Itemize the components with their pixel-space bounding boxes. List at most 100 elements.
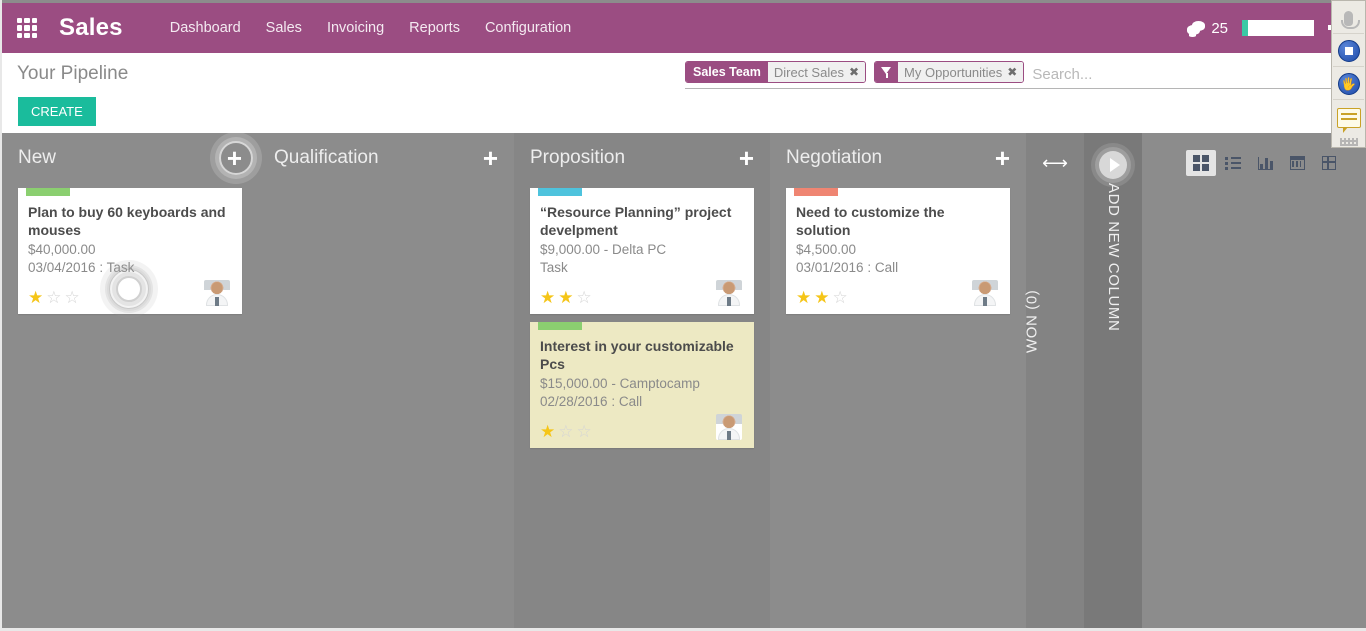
- kanban-column-qualification: Qualification +: [258, 133, 514, 628]
- facet-sales-team[interactable]: Sales Team Direct Sales ✖: [685, 61, 867, 83]
- microphone-icon: [1341, 10, 1360, 29]
- card-color-bar: [794, 188, 838, 196]
- card-color-bar: [538, 188, 582, 196]
- drag-handle-icon[interactable]: [1339, 138, 1358, 146]
- kanban-card[interactable]: Interest in your customizable Pcs $15,00…: [530, 322, 754, 449]
- menu-item-reports[interactable]: Reports: [400, 14, 469, 42]
- user-avatar[interactable]: [716, 280, 742, 307]
- menu-item-dashboard[interactable]: Dashboard: [161, 14, 250, 42]
- search-input[interactable]: [1032, 61, 1366, 88]
- app-brand-title[interactable]: Sales: [59, 14, 123, 42]
- add-new-column-label: ADD NEW COLUMN: [1105, 183, 1122, 332]
- card-title: Interest in your customizable Pcs: [540, 338, 734, 372]
- star-3[interactable]: ☆: [65, 289, 80, 306]
- kanban-column-negotiation: Negotiation + Need to customize the solu…: [770, 133, 1026, 628]
- hand-pointer-icon: 🖐: [1337, 73, 1360, 95]
- card-color-bar: [538, 322, 582, 331]
- card-title: Need to customize the solution: [796, 204, 945, 238]
- facet-remove-icon[interactable]: ✖: [849, 65, 859, 79]
- column-add-card-button[interactable]: +: [739, 145, 754, 171]
- user-avatar[interactable]: [204, 280, 230, 307]
- top-navbar: Sales Dashboard Sales Invoicing Reports …: [2, 3, 1366, 53]
- card-priority-stars[interactable]: ★ ☆ ☆: [28, 289, 80, 306]
- apps-grid-icon[interactable]: [17, 18, 37, 38]
- card-meta: 03/01/2016 : Call: [796, 259, 899, 275]
- kanban-board: New + Plan to buy 60 keyboards and mouse…: [2, 133, 1366, 628]
- page-title: Your Pipeline: [17, 63, 129, 84]
- kanban-card[interactable]: “Resource Planning” project develpment $…: [530, 188, 754, 315]
- main-menu: Dashboard Sales Invoicing Reports Config…: [161, 14, 580, 42]
- facet-remove-icon[interactable]: ✖: [1007, 65, 1017, 79]
- hand-pointer-button[interactable]: 🖐: [1333, 69, 1364, 100]
- column-header: Proposition +: [514, 133, 770, 181]
- star-2[interactable]: ☆: [558, 423, 573, 440]
- kanban-column-new: New + Plan to buy 60 keyboards and mouse…: [2, 133, 258, 628]
- card-priority-stars[interactable]: ★ ☆ ☆: [540, 423, 592, 440]
- search-view: Sales Team Direct Sales ✖ My Opportuniti…: [685, 61, 1366, 89]
- star-1[interactable]: ★: [540, 423, 555, 440]
- card-meta: 03/04/2016 : Task: [28, 259, 135, 275]
- menu-item-configuration[interactable]: Configuration: [476, 14, 580, 42]
- click-ripple: [218, 141, 253, 175]
- user-menu-bar[interactable]: [1242, 20, 1314, 36]
- card-meta: Task: [540, 259, 568, 275]
- kanban-card[interactable]: Need to customize the solution $4,500.00…: [786, 188, 1010, 315]
- column-title[interactable]: Negotiation: [786, 147, 882, 169]
- facet-value-label: Direct Sales: [773, 64, 844, 80]
- annotation-button[interactable]: [1333, 102, 1364, 133]
- kanban-column-won-folded[interactable]: ⟷ WON (0): [1023, 133, 1084, 628]
- star-2[interactable]: ★: [558, 289, 573, 306]
- column-title[interactable]: Qualification: [274, 147, 379, 169]
- kanban-column-proposition: Proposition + “Resource Planning” projec…: [514, 133, 770, 628]
- star-1[interactable]: ★: [540, 289, 555, 306]
- card-priority-stars[interactable]: ★ ★ ☆: [796, 289, 848, 306]
- card-amount: $4,500.00: [796, 242, 857, 257]
- card-priority-stars[interactable]: ★ ★ ☆: [540, 289, 592, 306]
- menu-item-sales[interactable]: Sales: [257, 14, 311, 42]
- column-cards: Plan to buy 60 keyboards and mouses $40,…: [2, 181, 258, 322]
- won-column-label: WON (0): [1023, 289, 1041, 353]
- user-avatar[interactable]: [972, 280, 998, 307]
- star-1[interactable]: ★: [796, 289, 811, 306]
- column-add-card-button[interactable]: +: [483, 145, 498, 171]
- column-add-card-button[interactable]: +: [995, 145, 1010, 171]
- add-new-column-panel[interactable]: ADD NEW COLUMN: [1084, 133, 1142, 628]
- column-header: Negotiation +: [770, 133, 1026, 181]
- card-amount: $40,000.00: [28, 242, 96, 257]
- facet-my-opportunities[interactable]: My Opportunities ✖: [874, 61, 1025, 83]
- menu-item-invoicing[interactable]: Invoicing: [318, 14, 393, 42]
- column-add-card-button[interactable]: +: [218, 141, 253, 175]
- column-title[interactable]: New: [18, 147, 56, 169]
- kanban-card[interactable]: Plan to buy 60 keyboards and mouses $40,…: [18, 188, 242, 315]
- star-3[interactable]: ☆: [833, 289, 848, 306]
- stop-record-button[interactable]: [1333, 36, 1364, 67]
- user-avatar[interactable]: [716, 414, 742, 441]
- annotation-icon: [1336, 107, 1361, 133]
- create-button[interactable]: CREATE: [18, 97, 96, 126]
- filter-funnel-icon: [875, 62, 899, 82]
- arrow-right-circle-icon[interactable]: [1099, 151, 1127, 179]
- facet-value: My Opportunities ✖: [898, 62, 1024, 82]
- odoo-kanban-screen: Sales Dashboard Sales Invoicing Reports …: [0, 0, 1366, 631]
- microphone-button[interactable]: [1333, 3, 1364, 34]
- column-title[interactable]: Proposition: [530, 147, 625, 169]
- column-cards: “Resource Planning” project develpment $…: [514, 181, 770, 456]
- card-color-bar: [26, 188, 70, 196]
- horizontal-arrows-icon: ⟷: [1042, 153, 1068, 173]
- card-title: Plan to buy 60 keyboards and mouses: [28, 204, 226, 238]
- star-2[interactable]: ☆: [46, 289, 61, 306]
- chat-bubble-icon: [1187, 20, 1206, 36]
- control-panel: Your Pipeline CREATE Sales Team Direct S…: [2, 53, 1366, 176]
- column-header: Qualification +: [258, 133, 514, 181]
- star-2[interactable]: ★: [814, 289, 829, 306]
- star-3[interactable]: ☆: [577, 423, 592, 440]
- stop-record-icon: [1337, 40, 1360, 62]
- card-meta: 02/28/2016 : Call: [540, 393, 643, 409]
- messages-counter[interactable]: 25: [1187, 20, 1228, 37]
- star-1[interactable]: ★: [28, 289, 43, 306]
- screen-recorder-toolbar: 🖐: [1331, 0, 1366, 148]
- card-title: “Resource Planning” project develpment: [540, 204, 732, 238]
- star-3[interactable]: ☆: [577, 289, 592, 306]
- card-amount: $9,000.00 - Delta PC: [540, 242, 667, 257]
- column-cards: Need to customize the solution $4,500.00…: [770, 181, 1026, 322]
